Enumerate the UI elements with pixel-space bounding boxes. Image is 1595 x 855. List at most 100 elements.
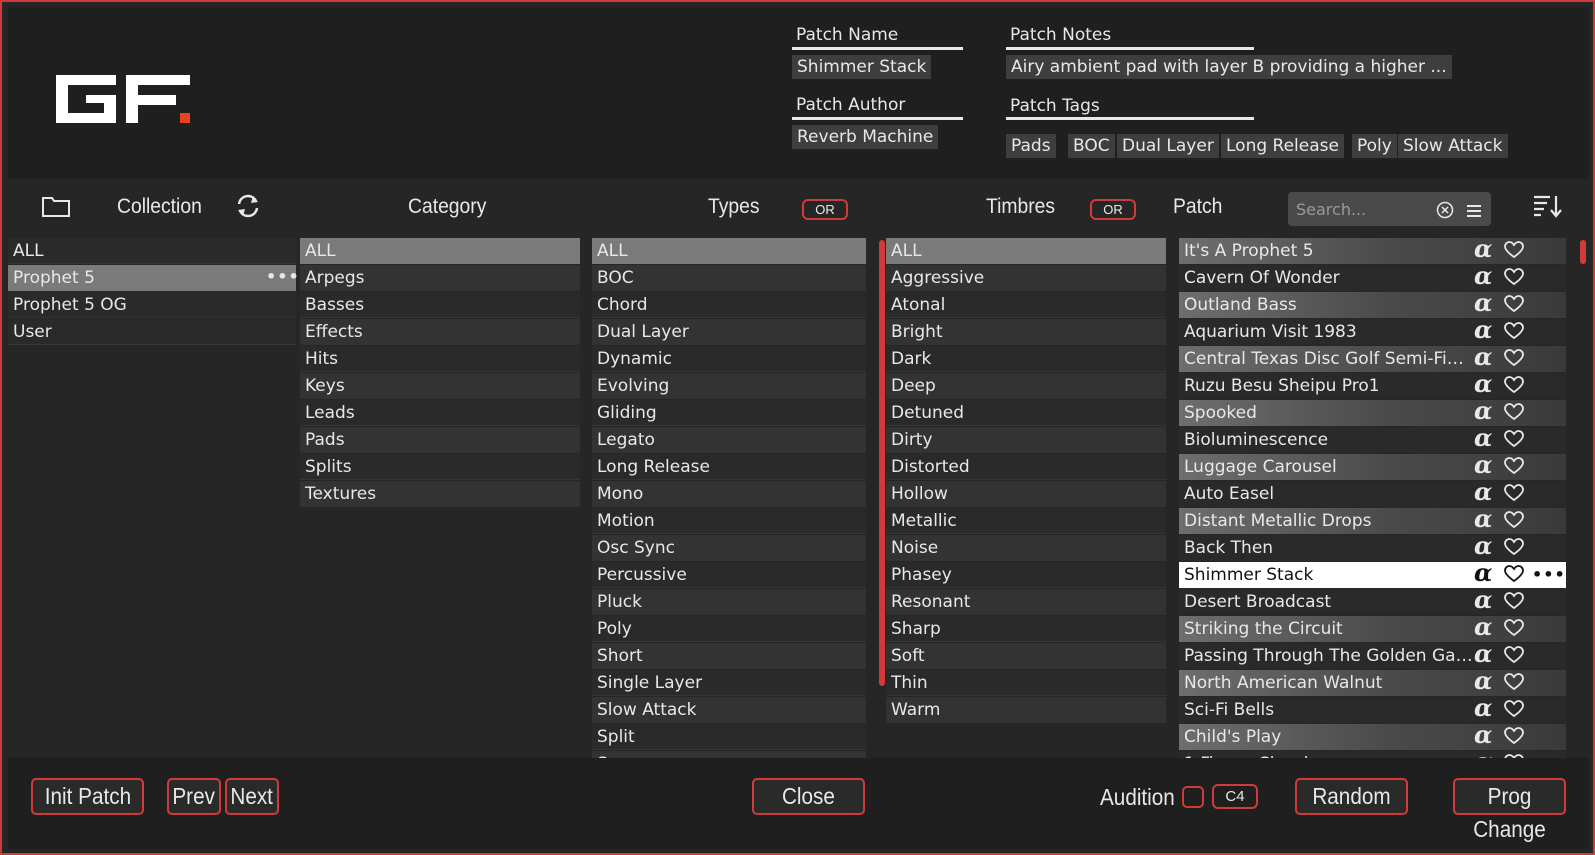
- patch-tag[interactable]: Poly: [1352, 134, 1397, 158]
- patch-tag[interactable]: Slow Attack: [1398, 134, 1508, 158]
- patch-row[interactable]: Bioluminescence α: [1179, 425, 1566, 456]
- type-item[interactable]: Single Layer: [592, 670, 866, 696]
- sort-icon[interactable]: [1532, 193, 1562, 223]
- patch-tag[interactable]: Pads: [1006, 134, 1056, 158]
- type-item[interactable]: Motion: [592, 508, 866, 534]
- category-item[interactable]: Splits: [300, 454, 580, 480]
- patch-row[interactable]: It's A Prophet 5 α: [1179, 238, 1566, 264]
- collection-item[interactable]: Prophet 5: [8, 265, 296, 291]
- alpha-icon[interactable]: α: [1474, 722, 1492, 748]
- patch-row[interactable]: Luggage Carousel α: [1179, 452, 1566, 483]
- heart-icon[interactable]: [1504, 673, 1524, 699]
- heart-icon[interactable]: [1504, 295, 1524, 321]
- patch-row[interactable]: Outland Bass α: [1179, 290, 1566, 321]
- type-item[interactable]: Legato: [592, 427, 866, 453]
- timbre-item[interactable]: Resonant: [886, 589, 1166, 615]
- timbres-or-toggle[interactable]: OR: [1090, 199, 1136, 220]
- clear-search-icon[interactable]: [1436, 201, 1454, 223]
- collection-item[interactable]: User: [8, 319, 296, 345]
- type-item[interactable]: Dynamic: [592, 346, 866, 372]
- audition-checkbox[interactable]: [1182, 786, 1204, 808]
- patch-row[interactable]: Ruzu Besu Sheipu Pro1 α: [1179, 371, 1566, 402]
- alpha-icon[interactable]: α: [1474, 452, 1492, 478]
- heart-icon[interactable]: [1504, 592, 1524, 618]
- refresh-icon[interactable]: [234, 193, 262, 223]
- type-item[interactable]: Dual Layer: [592, 319, 866, 345]
- category-item[interactable]: Hits: [300, 346, 580, 372]
- alpha-icon[interactable]: α: [1474, 263, 1492, 289]
- patch-notes-value[interactable]: Airy ambient pad with layer B providing …: [1006, 55, 1452, 79]
- patch-tag[interactable]: Long Release: [1221, 134, 1344, 158]
- timbre-item[interactable]: Hollow: [886, 481, 1166, 507]
- timbre-item[interactable]: Thin: [886, 670, 1166, 696]
- heart-icon[interactable]: [1504, 700, 1524, 726]
- alpha-icon[interactable]: α: [1474, 587, 1492, 613]
- alpha-icon[interactable]: α: [1474, 317, 1492, 343]
- alpha-icon[interactable]: α: [1474, 749, 1492, 759]
- patch-tag[interactable]: BOC: [1068, 134, 1115, 158]
- category-item[interactable]: Leads: [300, 400, 580, 426]
- prev-button[interactable]: Prev: [167, 778, 221, 815]
- patch-row[interactable]: Spooked α: [1179, 398, 1566, 426]
- patch-row[interactable]: Distant Metallic Drops α: [1179, 506, 1566, 534]
- heart-icon[interactable]: [1504, 268, 1524, 294]
- heart-icon[interactable]: [1504, 430, 1524, 456]
- patch-row[interactable]: Shimmer Stack α •••: [1179, 560, 1566, 591]
- alpha-icon[interactable]: α: [1474, 371, 1492, 397]
- type-item[interactable]: Evolving: [592, 373, 866, 399]
- patch-row[interactable]: Desert Broadcast α: [1179, 587, 1566, 618]
- type-item[interactable]: Split: [592, 724, 866, 750]
- alpha-icon[interactable]: α: [1474, 506, 1492, 532]
- heart-icon[interactable]: [1504, 484, 1524, 510]
- heart-icon[interactable]: [1504, 646, 1524, 672]
- type-item[interactable]: Long Release: [592, 454, 866, 480]
- heart-icon[interactable]: [1504, 538, 1524, 564]
- type-item[interactable]: Slow Attack: [592, 697, 866, 723]
- alpha-icon[interactable]: α: [1474, 695, 1492, 721]
- category-item[interactable]: Effects: [300, 319, 580, 345]
- timbre-item[interactable]: Noise: [886, 535, 1166, 561]
- patch-name-value[interactable]: Shimmer Stack: [792, 55, 932, 79]
- type-item[interactable]: Sweep: [592, 751, 866, 758]
- patch-row[interactable]: Aquarium Visit 1983 α: [1179, 317, 1566, 348]
- timbre-item[interactable]: Sharp: [886, 616, 1166, 642]
- type-item[interactable]: Gliding: [592, 400, 866, 426]
- patch-scrollbar[interactable]: [1580, 240, 1586, 264]
- menu-icon[interactable]: [1466, 203, 1482, 222]
- patch-row[interactable]: Sci-Fi Bells α: [1179, 695, 1566, 726]
- type-item[interactable]: Mono: [592, 481, 866, 507]
- types-or-toggle[interactable]: OR: [802, 199, 848, 220]
- patch-tag[interactable]: Dual Layer: [1117, 134, 1219, 158]
- search-input[interactable]: [1296, 197, 1431, 221]
- patch-row[interactable]: Child's Play α: [1179, 722, 1566, 750]
- heart-icon[interactable]: [1504, 457, 1524, 483]
- next-button[interactable]: Next: [225, 778, 279, 815]
- timbre-item[interactable]: Atonal: [886, 292, 1166, 318]
- patch-row[interactable]: Cavern Of Wonder α: [1179, 263, 1566, 294]
- timbre-item[interactable]: Dark: [886, 346, 1166, 372]
- heart-icon[interactable]: [1504, 322, 1524, 348]
- patch-row[interactable]: Striking the Circuit α: [1179, 614, 1566, 645]
- heart-icon[interactable]: [1504, 376, 1524, 402]
- alpha-icon[interactable]: α: [1474, 641, 1492, 667]
- timbre-item[interactable]: Warm: [886, 697, 1166, 723]
- type-item[interactable]: Short: [592, 643, 866, 669]
- type-item[interactable]: Poly: [592, 616, 866, 642]
- collection-item[interactable]: ALL: [8, 238, 296, 264]
- random-button[interactable]: Random: [1295, 778, 1408, 815]
- type-item[interactable]: BOC: [592, 265, 866, 291]
- timbre-item[interactable]: Bright: [886, 319, 1166, 345]
- heart-icon[interactable]: [1504, 619, 1524, 645]
- type-item[interactable]: Pluck: [592, 589, 866, 615]
- timbre-item[interactable]: Aggressive: [886, 265, 1166, 291]
- collection-item[interactable]: Prophet 5 OG: [8, 292, 296, 318]
- alpha-icon[interactable]: α: [1474, 614, 1492, 640]
- patch-row[interactable]: Auto Easel α: [1179, 479, 1566, 510]
- alpha-icon[interactable]: α: [1474, 425, 1492, 451]
- more-options-icon[interactable]: •••: [1532, 562, 1566, 588]
- timbres-scrollbar[interactable]: [879, 240, 885, 686]
- type-item[interactable]: Chord: [592, 292, 866, 318]
- timbre-item[interactable]: ALL: [886, 238, 1166, 264]
- timbre-item[interactable]: Distorted: [886, 454, 1166, 480]
- heart-icon[interactable]: [1504, 565, 1524, 591]
